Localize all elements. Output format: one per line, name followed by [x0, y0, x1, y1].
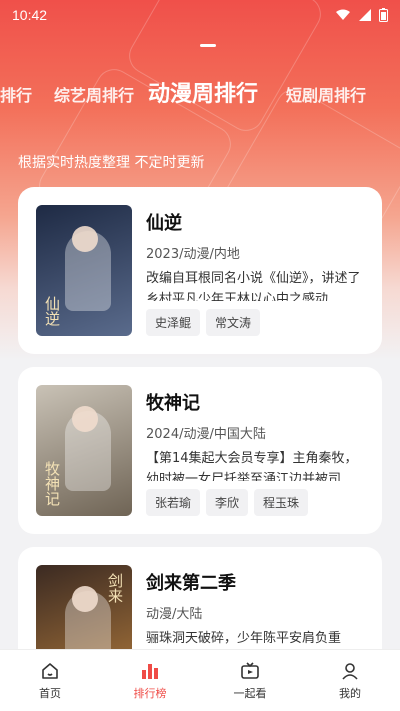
cast-tag[interactable]: 常文涛 — [206, 309, 261, 336]
item-meta: 动漫/大陆 — [146, 607, 203, 622]
nav-watch-together[interactable]: 一起看 — [200, 650, 300, 711]
ranking-icon — [142, 663, 158, 679]
cast-tag[interactable]: 史泽鲲 — [146, 309, 201, 336]
nav-label: 我的 — [339, 686, 361, 700]
tab-variety-weekly[interactable]: 综艺周排行 — [54, 82, 134, 106]
home-icon — [42, 662, 58, 679]
category-tabs: 排行 综艺周排行 动漫周排行 短剧周排行 — [0, 70, 400, 114]
nav-profile[interactable]: 我的 — [300, 650, 400, 711]
tab-anime-weekly[interactable]: 动漫周排行 — [148, 76, 258, 108]
cast-tag[interactable]: 程玉珠 — [254, 489, 309, 516]
tab-short-drama-weekly[interactable]: 短剧周排行 — [286, 82, 366, 106]
item-title: 牧神记 — [146, 393, 200, 414]
tab-ranking[interactable]: 排行 — [0, 82, 32, 106]
nav-label: 一起看 — [233, 686, 267, 700]
poster-image: 仙逆 — [36, 205, 132, 336]
watch-together-icon — [241, 661, 259, 679]
list-item[interactable]: 牧神记 牧神记 2024/动漫/中国大陆 【第14集起大会员专享】主角秦牧，幼时… — [18, 367, 382, 534]
item-meta: 2024/动漫/中国大陆 — [146, 427, 266, 442]
cast-tag[interactable]: 李欣 — [206, 489, 249, 516]
poster-title: 牧神记 — [43, 461, 61, 506]
item-description: 【第14集起大会员专享】主角秦牧，幼时被一女尸托举至涌江边并被司… — [146, 451, 358, 481]
nav-home[interactable]: 首页 — [0, 650, 100, 711]
wifi-icon — [336, 9, 350, 20]
ranking-subtitle: 根据实时热度整理 不定时更新 — [18, 155, 205, 171]
nav-label: 排行榜 — [133, 686, 167, 700]
cast-tags: 张若瑜 李欣 程玉珠 — [146, 489, 364, 516]
poster-image: 牧神记 — [36, 385, 132, 516]
cast-tag[interactable]: 张若瑜 — [146, 489, 201, 516]
poster-title: 仙逆 — [43, 296, 61, 326]
poster-title: 剑来 — [106, 573, 124, 603]
battery-icon — [379, 8, 388, 22]
status-bar: 10:42 — [0, 0, 400, 30]
item-info: 仙逆 2023/动漫/内地 改编自耳根同名小说《仙逆》，讲述了乡村平凡少年王林以… — [146, 205, 364, 336]
item-title: 剑来第二季 — [146, 573, 236, 594]
item-meta: 2023/动漫/内地 — [146, 247, 240, 262]
status-icons — [335, 8, 388, 22]
cast-tags: 史泽鲲 常文涛 — [146, 309, 364, 336]
nav-label: 首页 — [39, 686, 61, 700]
bottom-navigation: 首页 排行榜 一起看 我的 — [0, 649, 400, 711]
item-info: 牧神记 2024/动漫/中国大陆 【第14集起大会员专享】主角秦牧，幼时被一女尸… — [146, 385, 364, 516]
active-tab-indicator — [200, 44, 216, 47]
signal-icon — [359, 9, 371, 21]
list-item[interactable]: 仙逆 仙逆 2023/动漫/内地 改编自耳根同名小说《仙逆》，讲述了乡村平凡少年… — [18, 187, 382, 354]
item-description: 改编自耳根同名小说《仙逆》，讲述了乡村平凡少年王林以心中之感动… — [146, 271, 361, 301]
status-time: 10:42 — [12, 7, 48, 23]
nav-ranking[interactable]: 排行榜 — [100, 650, 200, 711]
profile-icon — [342, 662, 358, 680]
item-title: 仙逆 — [146, 213, 182, 234]
